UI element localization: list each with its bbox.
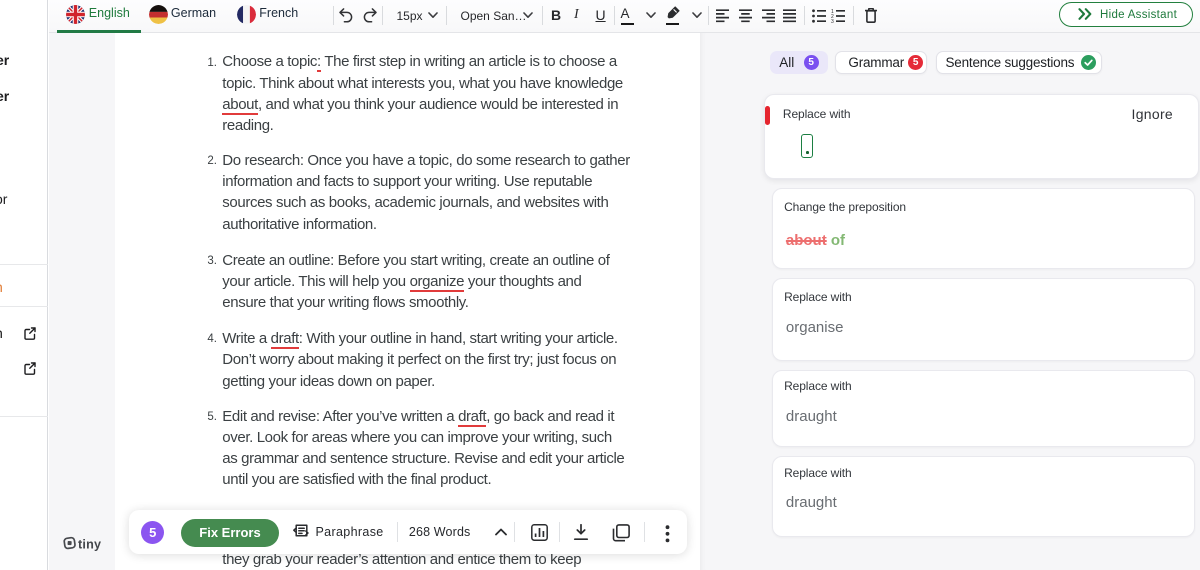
svg-text:3: 3: [831, 19, 834, 23]
svg-text:tiny: tiny: [78, 537, 101, 551]
